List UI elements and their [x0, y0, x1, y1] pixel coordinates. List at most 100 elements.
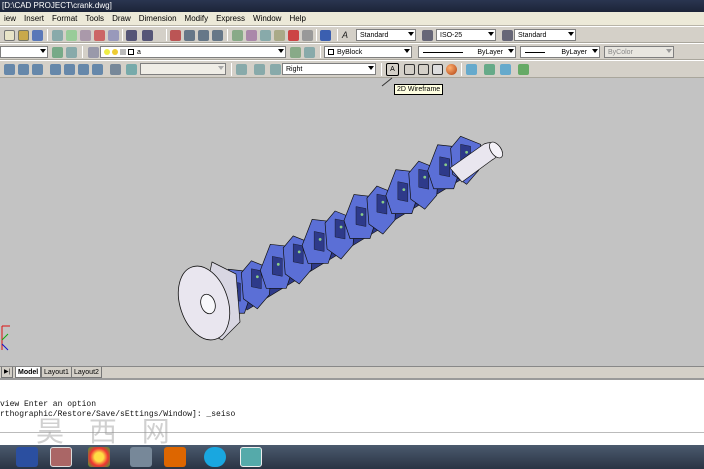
menu-insert[interactable]: Insert [20, 12, 48, 26]
layer-combo[interactable]: a [100, 46, 286, 58]
crank-pin [418, 168, 429, 190]
crank-pin [397, 181, 409, 202]
help-icon[interactable] [320, 30, 331, 41]
layer-manager-icon[interactable] [52, 47, 63, 58]
hidden-icon[interactable] [418, 64, 429, 75]
publish-icon[interactable] [80, 30, 91, 41]
plotstyle-combo[interactable]: ByColor [604, 46, 674, 58]
zoom-window-icon[interactable] [198, 30, 209, 41]
flat-shaded-icon[interactable] [432, 64, 443, 75]
linetype-combo[interactable]: ByLayer [418, 46, 516, 58]
continuous-orbit-icon[interactable] [518, 64, 529, 75]
zoom-realtime-icon[interactable] [184, 30, 195, 41]
camera-icon[interactable] [110, 64, 121, 75]
open-icon[interactable] [18, 30, 29, 41]
ucs-previous-icon[interactable] [254, 64, 265, 75]
menu-format[interactable]: Format [48, 12, 81, 26]
tooltip: 2D Wireframe [394, 84, 444, 95]
menu-express[interactable]: Express [212, 12, 249, 26]
menu-modify[interactable]: Modify [181, 12, 213, 26]
calculator-icon[interactable] [302, 30, 313, 41]
bottom-view-icon[interactable] [18, 64, 29, 75]
oil-hole [444, 163, 448, 167]
tab-layout2[interactable]: Layout2 [71, 367, 102, 378]
network-icon[interactable] [130, 447, 152, 467]
table-style-combo[interactable]: Standard [514, 29, 576, 41]
word-icon[interactable] [16, 447, 38, 467]
lightbulb-icon [104, 49, 110, 56]
view-manager-icon[interactable] [270, 64, 281, 75]
windows-taskbar [0, 445, 704, 469]
tab-scroll-arrows[interactable]: ▶| [1, 367, 13, 378]
top-view-icon[interactable] [4, 64, 15, 75]
workspace-combo[interactable] [0, 46, 48, 58]
layer-state-icon[interactable] [66, 47, 77, 58]
ucs-axis-icon [1, 325, 10, 351]
save-icon[interactable] [32, 30, 43, 41]
copy-icon[interactable] [108, 30, 119, 41]
make-current-icon[interactable] [290, 47, 301, 58]
3d-orbit-icon[interactable] [466, 64, 477, 75]
command-history-line: view Enter an option [0, 400, 97, 409]
tool-palettes-icon[interactable] [260, 30, 271, 41]
ucs-combo[interactable] [140, 63, 226, 75]
left-view-icon[interactable] [32, 64, 43, 75]
menu-draw[interactable]: Draw [108, 12, 135, 26]
text-style-combo[interactable]: Standard [356, 29, 416, 41]
markup-icon[interactable] [288, 30, 299, 41]
media-player-icon[interactable] [50, 447, 72, 467]
crank-pin [251, 268, 262, 290]
drawing-viewport[interactable] [0, 78, 704, 366]
menu-view[interactable]: iew [0, 12, 20, 26]
nw-iso-icon[interactable] [92, 64, 103, 75]
preview-icon[interactable] [66, 30, 77, 41]
tab-model[interactable]: Model [15, 367, 42, 378]
crank-pin [272, 256, 283, 277]
gouraud-shaded-icon[interactable] [446, 64, 457, 75]
constrained-orbit-icon[interactable] [484, 64, 495, 75]
lineweight-combo[interactable]: ByLayer [520, 46, 600, 58]
tab-layout1[interactable]: Layout1 [41, 367, 72, 378]
chrome-icon[interactable] [88, 447, 110, 467]
2d-wireframe-icon[interactable]: A [386, 63, 399, 76]
undo-icon[interactable] [126, 30, 137, 41]
oil-hole [255, 275, 259, 279]
cut-icon[interactable] [94, 30, 105, 41]
oil-hole [423, 175, 427, 179]
free-orbit-icon[interactable] [500, 64, 511, 75]
se-iso-icon[interactable] [64, 64, 75, 75]
crank-pin [376, 193, 388, 215]
firefox-icon[interactable] [164, 447, 186, 467]
layout-tab-bar: ▶| Model Layout1 Layout2 [0, 366, 704, 378]
sw-iso-icon[interactable] [50, 64, 61, 75]
color-combo[interactable]: ByBlock [324, 46, 412, 58]
autocad-icon[interactable] [240, 447, 262, 467]
sheet-set-icon[interactable] [274, 30, 285, 41]
oil-hole [381, 200, 385, 204]
layer-icon [88, 47, 99, 58]
3d-wireframe-icon[interactable] [404, 64, 415, 75]
skype-icon[interactable] [204, 447, 226, 467]
menu-dimension[interactable]: Dimension [135, 12, 181, 26]
dim-style-combo[interactable]: ISO-25 [436, 29, 496, 41]
new-icon[interactable] [4, 30, 15, 41]
print-icon[interactable] [52, 30, 63, 41]
layer-previous-icon[interactable] [304, 47, 315, 58]
properties-icon[interactable] [232, 30, 243, 41]
oil-hole [465, 150, 468, 154]
oil-hole [360, 213, 364, 216]
named-ucs-icon[interactable] [236, 64, 247, 75]
pan-icon[interactable] [170, 30, 181, 41]
menu-bar: iew Insert Format Tools Draw Dimension M… [0, 12, 704, 26]
ne-iso-icon[interactable] [78, 64, 89, 75]
oil-hole [276, 262, 280, 266]
named-view-combo[interactable]: Right [282, 63, 376, 75]
design-center-icon[interactable] [246, 30, 257, 41]
sun-icon [112, 49, 118, 56]
zoom-previous-icon[interactable] [212, 30, 223, 41]
menu-window[interactable]: Window [249, 12, 285, 26]
menu-tools[interactable]: Tools [81, 12, 108, 26]
redo-icon[interactable] [142, 30, 153, 41]
ucs-icon[interactable] [126, 64, 137, 75]
menu-help[interactable]: Help [285, 12, 309, 26]
